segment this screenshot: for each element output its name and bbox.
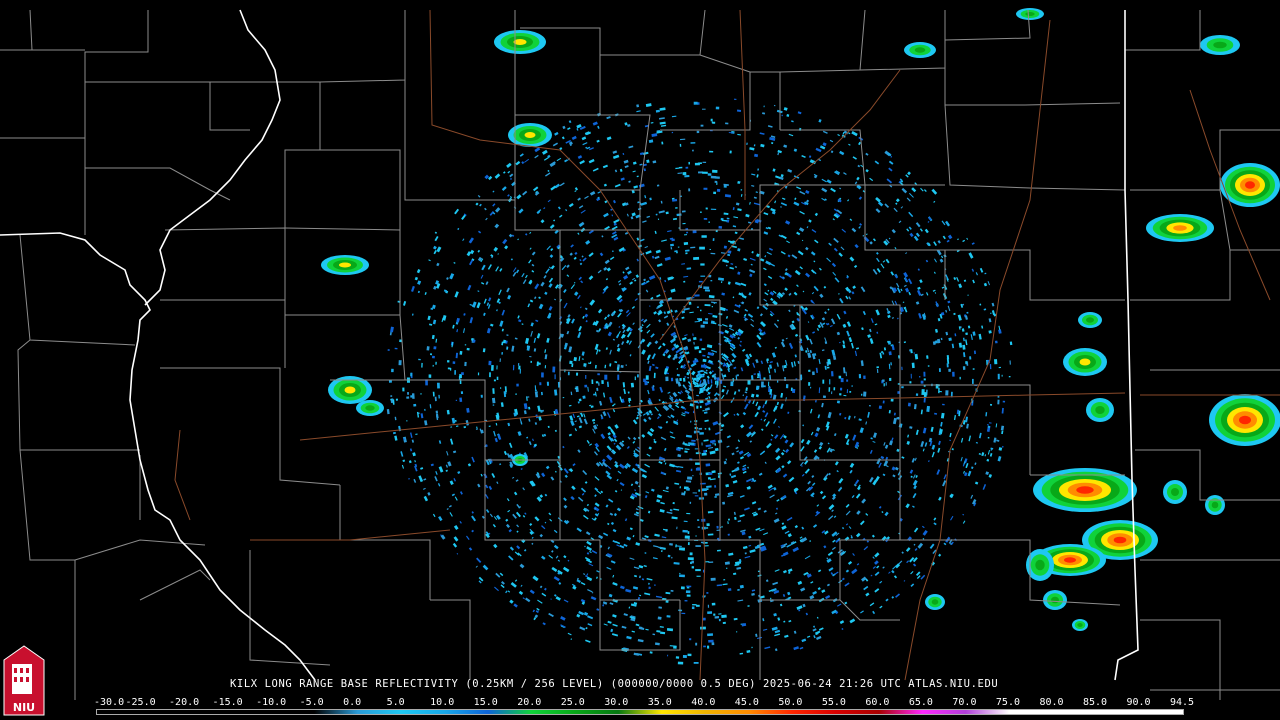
legend-label: 10.0 xyxy=(430,697,455,708)
legend-label: -30.0 xyxy=(94,697,125,708)
legend-label: 15.0 xyxy=(473,697,498,708)
legend-label: 90.0 xyxy=(1126,697,1151,708)
legend-label: 60.0 xyxy=(865,697,890,708)
legend-label: 55.0 xyxy=(821,697,846,708)
legend-label: -10.0 xyxy=(256,697,287,708)
legend-label: 85.0 xyxy=(1082,697,1108,708)
reflectivity-color-bar xyxy=(96,709,1184,715)
legend-label: -5.0 xyxy=(299,697,324,708)
legend-label: -25.0 xyxy=(125,697,156,708)
niu-logo-text: NIU xyxy=(13,701,35,714)
legend-label: 0.0 xyxy=(343,697,362,708)
legend-label: 25.0 xyxy=(560,697,585,708)
legend-label: 80.0 xyxy=(1039,697,1064,708)
legend-label: 65.0 xyxy=(908,697,933,708)
legend-label: 5.0 xyxy=(386,697,405,708)
legend-label: 35.0 xyxy=(647,697,672,708)
legend-label: 30.0 xyxy=(604,697,629,708)
legend-label: -15.0 xyxy=(212,697,243,708)
reflectivity-legend-labels: -30.0 -25.0 -20.0 -15.0 -10.0 -5.0 0.0 5.0 10.0 1… xyxy=(94,697,1194,709)
legend-label: -20.0 xyxy=(169,697,200,708)
legend-label: 50.0 xyxy=(778,697,803,708)
radar-caption: KILX LONG RANGE BASE REFLECTIVITY (0.25K… xyxy=(230,678,999,690)
legend-label: 40.0 xyxy=(691,697,716,708)
niu-logo: NIU xyxy=(3,645,45,716)
legend-label: 70.0 xyxy=(952,697,977,708)
radar-map: NIU xyxy=(0,0,1280,720)
legend-label: 20.0 xyxy=(517,697,542,708)
legend-label: 75.0 xyxy=(995,697,1020,708)
legend-label: 94.5 xyxy=(1170,697,1195,708)
legend-label: 45.0 xyxy=(734,697,759,708)
